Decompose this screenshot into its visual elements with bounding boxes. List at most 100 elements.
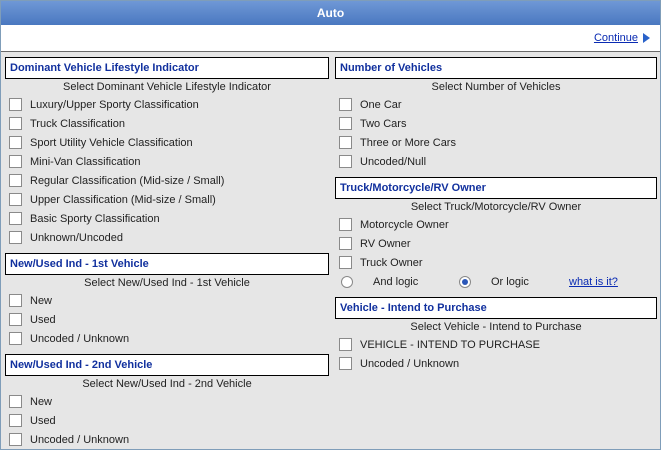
section-subtitle: Select Truck/Motorcycle/RV Owner bbox=[410, 201, 582, 213]
and-logic-label: And logic bbox=[373, 275, 419, 288]
option-label: Used bbox=[30, 313, 56, 326]
option-label: Motorcycle Owner bbox=[360, 218, 449, 231]
option-used[interactable]: Used bbox=[5, 411, 329, 430]
section-title: New/Used Ind - 2nd Vehicle bbox=[5, 354, 329, 376]
checkbox[interactable] bbox=[9, 98, 22, 111]
checkbox[interactable] bbox=[339, 218, 352, 231]
option-vehicle-intend-to-purchase[interactable]: VEHICLE - INTEND TO PURCHASE bbox=[335, 335, 657, 354]
option-label: Used bbox=[30, 414, 56, 427]
option-label: Upper Classification (Mid-size / Small) bbox=[30, 193, 216, 206]
option-unknown-uncoded[interactable]: Unknown/Uncoded bbox=[5, 228, 329, 247]
option-mini-van-classification[interactable]: Mini-Van Classification bbox=[5, 152, 329, 171]
option-two-cars[interactable]: Two Cars bbox=[335, 114, 657, 133]
logic-selector: And logic Or logic what is it? bbox=[335, 272, 657, 291]
checkbox[interactable] bbox=[339, 155, 352, 168]
checkbox[interactable] bbox=[339, 117, 352, 130]
option-truck-owner[interactable]: Truck Owner bbox=[335, 253, 657, 272]
option-uncoded-unknown[interactable]: Uncoded / Unknown bbox=[5, 430, 329, 449]
option-one-car[interactable]: One Car bbox=[335, 95, 657, 114]
checkbox[interactable] bbox=[339, 357, 352, 370]
checkbox[interactable] bbox=[339, 338, 352, 351]
section-truck-motorcycle-rv-owner: Truck/Motorcycle/RV Owner Select Truck/Mo… bbox=[335, 177, 657, 291]
option-label: Truck Owner bbox=[360, 256, 423, 269]
option-uncoded-unknown[interactable]: Uncoded / Unknown bbox=[5, 329, 329, 348]
checkbox[interactable] bbox=[9, 433, 22, 446]
option-used[interactable]: Used bbox=[5, 310, 329, 329]
section-subtitle: Select Dominant Vehicle Lifestyle Indica… bbox=[63, 81, 271, 93]
option-truck-classification[interactable]: Truck Classification bbox=[5, 114, 329, 133]
checkbox[interactable] bbox=[9, 332, 22, 345]
and-logic-radio[interactable] bbox=[341, 275, 353, 288]
option-label: Uncoded/Null bbox=[360, 155, 427, 168]
section-subtitle: Select New/Used Ind - 1st Vehicle bbox=[84, 277, 250, 289]
option-uncoded-null[interactable]: Uncoded/Null bbox=[335, 152, 657, 171]
option-label: Truck Classification bbox=[30, 117, 125, 130]
checkbox[interactable] bbox=[9, 136, 22, 149]
what-is-it-link[interactable]: what is it? bbox=[569, 276, 618, 288]
checkbox[interactable] bbox=[9, 193, 22, 206]
option-label: Regular Classification (Mid-size / Small… bbox=[30, 174, 225, 187]
option-label: Luxury/Upper Sporty Classification bbox=[30, 98, 199, 111]
option-label: Three or More Cars bbox=[360, 136, 456, 149]
option-label: Uncoded / Unknown bbox=[30, 332, 130, 345]
section-title: New/Used Ind - 1st Vehicle bbox=[5, 253, 329, 275]
option-label: Two Cars bbox=[360, 117, 407, 130]
option-three-or-more-cars[interactable]: Three or More Cars bbox=[335, 133, 657, 152]
option-label: Mini-Van Classification bbox=[30, 155, 141, 168]
checkbox[interactable] bbox=[9, 212, 22, 225]
option-upper-classification-mid-size-small[interactable]: Upper Classification (Mid-size / Small) bbox=[5, 190, 329, 209]
or-logic-radio[interactable] bbox=[459, 275, 471, 288]
checkbox[interactable] bbox=[339, 98, 352, 111]
checkbox[interactable] bbox=[9, 174, 22, 187]
checkbox[interactable] bbox=[9, 294, 22, 307]
section-dominant-vehicle-lifestyle-indicator: Dominant Vehicle Lifestyle Indicator Sele… bbox=[5, 57, 329, 247]
continue-link[interactable]: Continue bbox=[594, 32, 650, 44]
option-label: Basic Sporty Classification bbox=[30, 212, 160, 225]
option-label: VEHICLE - INTEND TO PURCHASE bbox=[360, 338, 540, 351]
arrow-right-icon bbox=[643, 33, 650, 44]
left-column: Dominant Vehicle Lifestyle Indicator Sele… bbox=[5, 57, 329, 455]
checkbox[interactable] bbox=[9, 117, 22, 130]
checkbox[interactable] bbox=[9, 414, 22, 427]
checkbox[interactable] bbox=[9, 231, 22, 244]
option-label: Uncoded / Unknown bbox=[30, 433, 130, 446]
option-regular-classification-mid-size-small[interactable]: Regular Classification (Mid-size / Small… bbox=[5, 171, 329, 190]
option-luxury-upper-sporty-classification[interactable]: Luxury/Upper Sporty Classification bbox=[5, 95, 329, 114]
section-vehicle-intend-to-purchase: Vehicle - Intend to Purchase Select Vehic… bbox=[335, 297, 657, 373]
option-label: Unknown/Uncoded bbox=[30, 231, 123, 244]
section-title: Number of Vehicles bbox=[335, 57, 657, 79]
section-title: Truck/Motorcycle/RV Owner bbox=[335, 177, 657, 199]
section-title: Vehicle - Intend to Purchase bbox=[335, 297, 657, 319]
section-new-used-ind-1st-vehicle: New/Used Ind - 1st Vehicle Select New/Use… bbox=[5, 253, 329, 348]
option-label: RV Owner bbox=[360, 237, 411, 250]
or-logic-option[interactable]: Or logic bbox=[459, 275, 569, 288]
section-subtitle: Select Number of Vehicles bbox=[431, 81, 561, 93]
checkbox[interactable] bbox=[339, 136, 352, 149]
checkbox[interactable] bbox=[9, 395, 22, 408]
window-title: Auto bbox=[1, 1, 660, 25]
option-rv-owner[interactable]: RV Owner bbox=[335, 234, 657, 253]
checkbox[interactable] bbox=[9, 313, 22, 326]
option-sport-utility-vehicle-classification[interactable]: Sport Utility Vehicle Classification bbox=[5, 133, 329, 152]
checkbox[interactable] bbox=[339, 237, 352, 250]
option-label: One Car bbox=[360, 98, 402, 111]
checkbox[interactable] bbox=[9, 155, 22, 168]
option-new[interactable]: New bbox=[5, 392, 329, 411]
option-basic-sporty-classification[interactable]: Basic Sporty Classification bbox=[5, 209, 329, 228]
auto-window: Auto Continue Dominant Vehicle Lifestyle… bbox=[0, 0, 661, 450]
section-number-of-vehicles: Number of Vehicles Select Number of Vehic… bbox=[335, 57, 657, 171]
option-uncoded-unknown[interactable]: Uncoded / Unknown bbox=[335, 354, 657, 373]
option-label: New bbox=[30, 395, 53, 408]
top-bar: Continue bbox=[1, 25, 660, 52]
option-motorcycle-owner[interactable]: Motorcycle Owner bbox=[335, 215, 657, 234]
section-subtitle: Select New/Used Ind - 2nd Vehicle bbox=[82, 378, 252, 390]
section-new-used-ind-2nd-vehicle: New/Used Ind - 2nd Vehicle Select New/Use… bbox=[5, 354, 329, 449]
continue-label: Continue bbox=[593, 32, 638, 44]
option-new[interactable]: New bbox=[5, 291, 329, 310]
option-label: Uncoded / Unknown bbox=[360, 357, 460, 370]
and-logic-option[interactable]: And logic bbox=[341, 275, 459, 288]
section-title: Dominant Vehicle Lifestyle Indicator bbox=[5, 57, 329, 79]
checkbox[interactable] bbox=[339, 256, 352, 269]
or-logic-label: Or logic bbox=[491, 275, 529, 288]
section-subtitle: Select Vehicle - Intend to Purchase bbox=[410, 321, 582, 333]
